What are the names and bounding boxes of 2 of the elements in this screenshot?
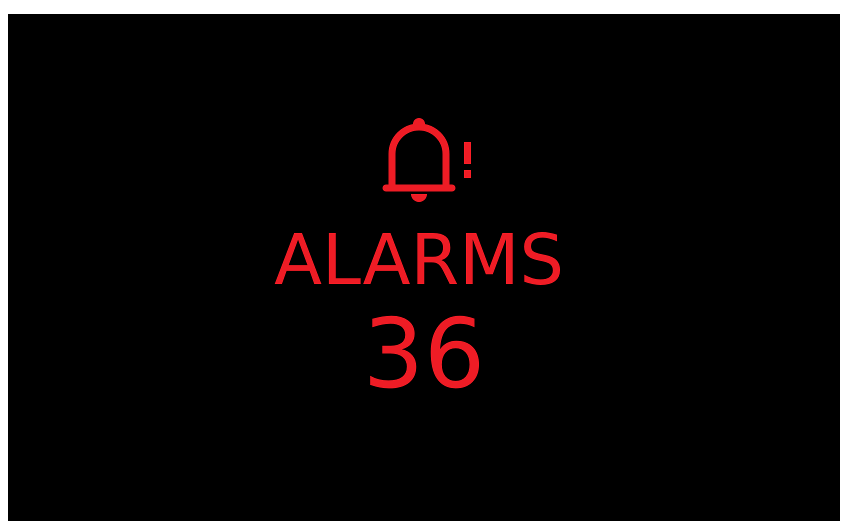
alarms-label: ALARMS bbox=[274, 220, 564, 300]
alarm-count: 36 bbox=[362, 302, 486, 406]
